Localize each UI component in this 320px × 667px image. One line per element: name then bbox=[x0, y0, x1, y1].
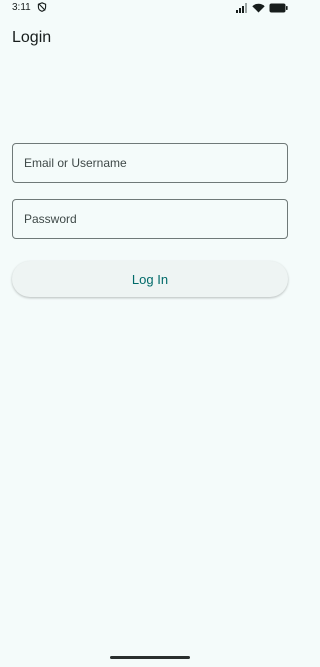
page-title: Login bbox=[12, 29, 52, 46]
status-time: 3:11 bbox=[12, 2, 31, 13]
password-field[interactable] bbox=[13, 200, 287, 238]
battery-icon bbox=[269, 3, 288, 13]
vpn-shield-icon bbox=[37, 2, 47, 12]
wifi-icon bbox=[252, 3, 265, 13]
signal-icon bbox=[236, 3, 247, 13]
status-icons bbox=[236, 2, 288, 14]
email-field-container[interactable] bbox=[12, 143, 288, 183]
password-field-container[interactable] bbox=[12, 199, 288, 239]
gesture-navigation-bar[interactable] bbox=[110, 656, 190, 659]
status-bar: 3:11 bbox=[0, 0, 300, 18]
email-field[interactable] bbox=[13, 144, 287, 182]
login-button[interactable]: Log In bbox=[12, 261, 288, 297]
